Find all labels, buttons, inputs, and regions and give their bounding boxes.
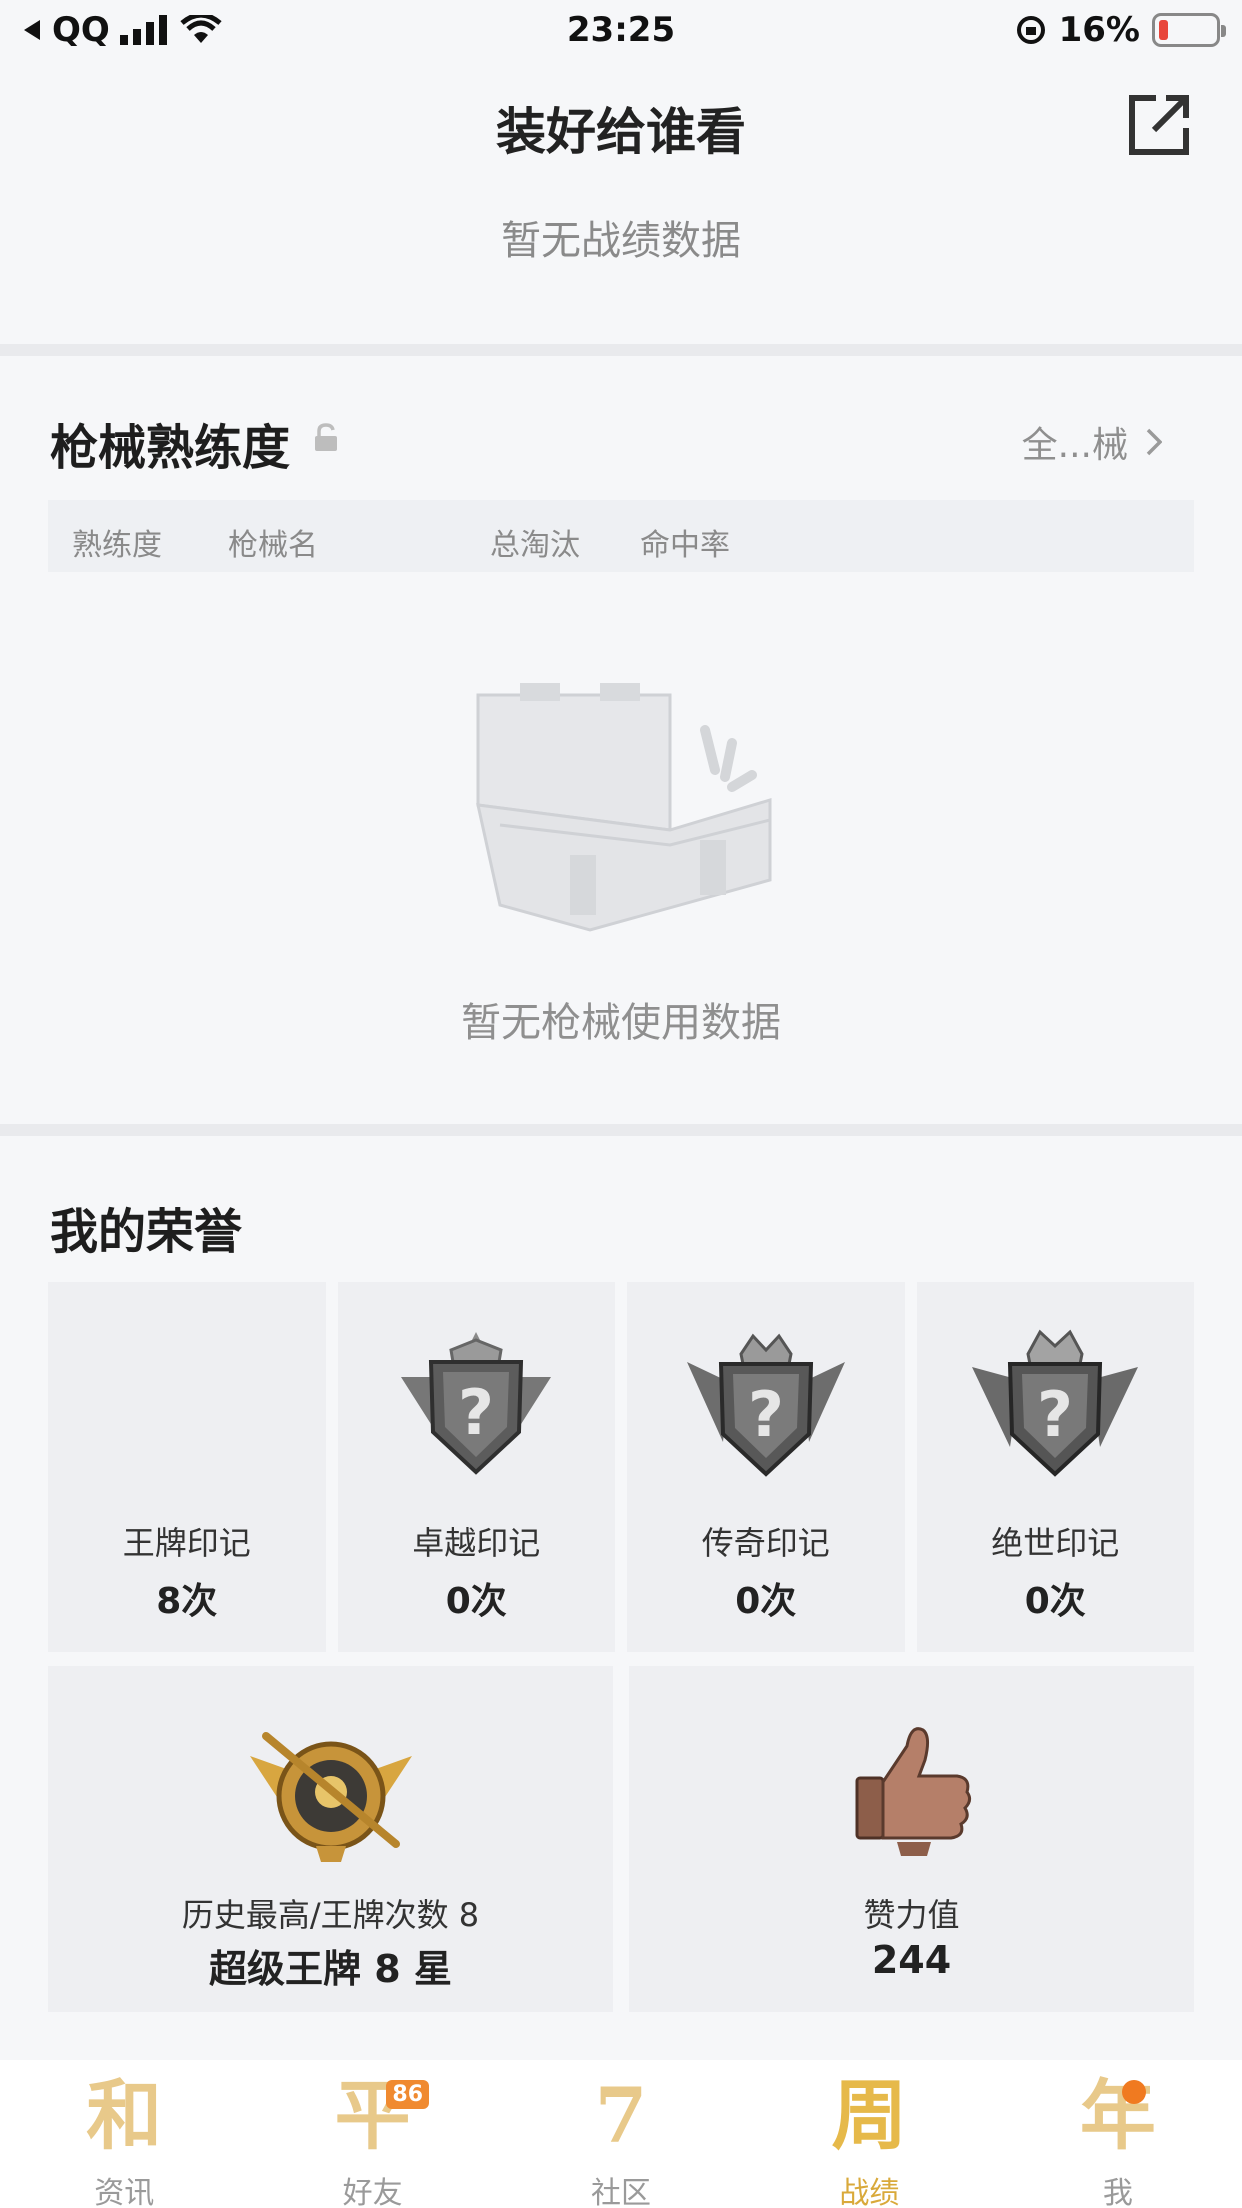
empty-weapon-text: 暂无枪械使用数据 — [461, 1000, 781, 1046]
no-record-text: 暂无战绩数据 — [501, 218, 741, 264]
mark-count: 0次 — [445, 1581, 507, 1622]
status-right: 16% — [1015, 10, 1226, 50]
status-bar: QQ 23:25 16% — [0, 0, 1242, 62]
lock-icon[interactable] — [312, 423, 340, 453]
mark-label: 王牌印记 — [122, 1524, 251, 1562]
notification-dot-icon — [1121, 2080, 1146, 2104]
mark-label: 传奇印记 — [701, 1524, 830, 1562]
divider — [0, 344, 1242, 356]
tab-record[interactable]: 周 战绩 — [745, 2060, 993, 2208]
mystery-badge-icon: ? — [686, 1333, 845, 1477]
tab-label: 我 — [1102, 2176, 1133, 2208]
history-label: 历史最高/王牌次数 8 — [181, 1896, 480, 1934]
praise-value: 244 — [871, 1938, 952, 1982]
praise-card[interactable]: 赞力值 244 — [629, 1666, 1194, 2012]
honor-card-excellent[interactable]: ? 卓越印记 0次 — [337, 1282, 615, 1652]
friends-count-badge: 86 — [386, 2080, 430, 2109]
header: 装好给谁看 — [0, 62, 1242, 192]
mark-count: 8次 — [156, 1581, 218, 1622]
praise-label: 赞力值 — [863, 1896, 960, 1934]
thumbs-up-icon — [855, 1727, 971, 1856]
honor-section-title: 我的荣誉 — [50, 1204, 243, 1260]
tab-label: 好友 — [342, 2176, 403, 2208]
tab-me[interactable]: 年 我 — [994, 2060, 1242, 2208]
rotation-lock-icon — [1016, 16, 1045, 44]
empty-chest-icon — [476, 683, 772, 932]
column-proficiency: 熟练度 — [72, 528, 162, 563]
ace-rank-badge-icon — [249, 1732, 412, 1862]
mark-count: 0次 — [735, 1581, 797, 1622]
mystery-badge-icon: ? — [401, 1332, 552, 1475]
tab-label: 资讯 — [94, 2176, 155, 2208]
share-icon[interactable] — [1126, 92, 1192, 158]
battery-percent: 16% — [1058, 10, 1140, 50]
svg-text:?: ? — [748, 1378, 784, 1451]
community-tab-icon: 7 — [594, 2071, 648, 2160]
mark-label: 卓越印记 — [412, 1524, 541, 1562]
news-tab-icon: 和 — [86, 2071, 163, 2160]
honor-summary-row: 历史最高/王牌次数 8 超级王牌 8 星 赞力值 244 — [48, 1666, 1194, 2012]
tab-label: 战绩 — [839, 2176, 900, 2208]
honor-card-ace[interactable]: 王牌印记 8次 — [48, 1282, 326, 1652]
all-weapons-label: 全...械 — [1021, 425, 1128, 466]
weapon-section-title: 枪械熟练度 — [50, 420, 291, 476]
battery-icon — [1152, 13, 1226, 47]
divider — [0, 1124, 1242, 1136]
column-weapon-name: 枪械名 — [228, 528, 318, 563]
honor-card-peerless[interactable]: ? 绝世印记 0次 — [916, 1282, 1194, 1652]
record-tab-icon: 周 — [831, 2071, 908, 2160]
history-highest-card[interactable]: 历史最高/王牌次数 8 超级王牌 8 星 — [48, 1666, 613, 2012]
tab-community[interactable]: 7 社区 — [497, 2060, 745, 2208]
honor-marks-grid: 王牌印记 8次 ? 卓越印记 0次 ? 传奇印记 0次 ? 绝世印记 0次 — [48, 1282, 1194, 1652]
mark-count: 0次 — [1024, 1581, 1086, 1622]
tab-bar: 和 资讯 平 86 好友 7 社区 周 战绩 年 我 — [0, 2060, 1242, 2208]
tab-label: 社区 — [591, 2176, 652, 2208]
svg-text:?: ? — [1037, 1378, 1073, 1451]
chevron-right-icon — [1146, 428, 1162, 456]
mark-label: 绝世印记 — [991, 1524, 1120, 1562]
page-title: 装好给谁看 — [496, 103, 746, 161]
weapon-table-header: 熟练度 枪械名 总淘汰 命中率 — [48, 500, 1194, 572]
svg-text:?: ? — [458, 1376, 494, 1449]
column-total-kills: 总淘汰 — [490, 528, 580, 563]
column-hit-rate: 命中率 — [640, 528, 730, 563]
history-value: 超级王牌 8 星 — [209, 1947, 452, 1991]
all-weapons-link[interactable]: 全...械 — [1022, 416, 1162, 468]
honor-card-legend[interactable]: ? 传奇印记 0次 — [627, 1282, 905, 1652]
tab-friends[interactable]: 平 86 好友 — [248, 2060, 496, 2208]
mystery-badge-icon: ? — [972, 1329, 1139, 1477]
tab-news[interactable]: 和 资讯 — [0, 2060, 248, 2208]
